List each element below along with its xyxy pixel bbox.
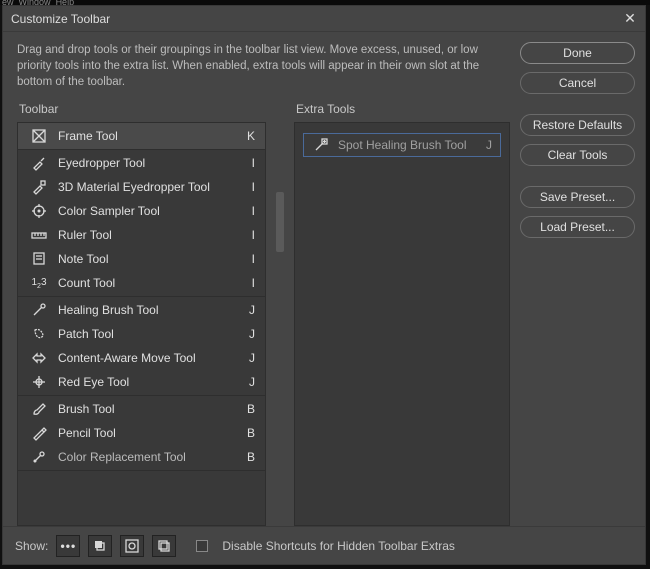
tool-row[interactable]: Color Replacement ToolB <box>18 445 265 469</box>
instructions-text: Drag and drop tools or their groupings i… <box>17 42 507 90</box>
tool-shortcut: I <box>241 180 255 194</box>
tool-label: 3D Material Eyedropper Tool <box>58 180 241 194</box>
tool-row[interactable]: Healing Brush ToolJ <box>18 298 265 322</box>
load-preset-button[interactable]: Load Preset... <box>520 216 635 238</box>
show-ellipsis-toggle[interactable]: ••• <box>56 535 80 557</box>
tool-shortcut: B <box>241 426 255 440</box>
toolbar-scrollbar-track[interactable] <box>272 102 288 526</box>
colorsampler-icon <box>30 203 48 219</box>
tool-shortcut: J <box>241 303 255 317</box>
dialog-title: Customize Toolbar <box>11 12 110 26</box>
tool-group[interactable]: Healing Brush ToolJPatch ToolJContent-Aw… <box>18 297 265 396</box>
tool-row[interactable]: 3D Material Eyedropper ToolI <box>18 175 265 199</box>
customize-toolbar-dialog: Customize Toolbar ✕ Drag and drop tools … <box>2 5 646 565</box>
dialog-titlebar: Customize Toolbar ✕ <box>3 6 645 32</box>
tool-row[interactable]: Red Eye ToolJ <box>18 370 265 394</box>
tool-label: Brush Tool <box>58 402 241 416</box>
show-screenmode-toggle[interactable] <box>152 535 176 557</box>
tool-label: Eyedropper Tool <box>58 156 241 170</box>
tool-label: Note Tool <box>58 252 241 266</box>
count-icon: 123 <box>30 275 48 291</box>
tool-row[interactable]: Note ToolI <box>18 247 265 271</box>
tool-row[interactable]: 123 Count ToolI <box>18 271 265 295</box>
tool-shortcut: I <box>241 252 255 266</box>
clear-tools-button[interactable]: Clear Tools <box>520 144 635 166</box>
cancel-button[interactable]: Cancel <box>520 72 635 94</box>
redeye-icon <box>30 374 48 390</box>
tool-row[interactable]: Brush ToolB <box>18 397 265 421</box>
tool-shortcut: B <box>241 450 255 464</box>
tool-row[interactable]: Pencil ToolB <box>18 421 265 445</box>
tool-label: Count Tool <box>58 276 241 290</box>
tool-label: Healing Brush Tool <box>58 303 241 317</box>
show-label: Show: <box>15 539 48 553</box>
tool-label: Pencil Tool <box>58 426 241 440</box>
tool-shortcut: B <box>241 402 255 416</box>
eyedropper-icon <box>30 155 48 171</box>
tool-row[interactable]: Frame ToolK <box>18 124 265 148</box>
extra-tool-row[interactable]: Spot Healing Brush ToolJ <box>303 133 501 157</box>
tool-shortcut: J <box>241 351 255 365</box>
tool-shortcut: J <box>241 327 255 341</box>
tool-row[interactable]: Patch ToolJ <box>18 322 265 346</box>
colorreplace-icon <box>30 449 48 465</box>
patch-icon <box>30 326 48 342</box>
tool-shortcut: I <box>241 276 255 290</box>
pencil-icon <box>30 425 48 441</box>
contentaware-icon <box>30 350 48 366</box>
done-button[interactable]: Done <box>520 42 635 64</box>
restore-defaults-button[interactable]: Restore Defaults <box>520 114 635 136</box>
tool-label: Patch Tool <box>58 327 241 341</box>
toolbar-list[interactable]: Frame ToolKEyedropper ToolI3D Material E… <box>17 122 266 526</box>
extra-list-header: Extra Tools <box>294 102 510 116</box>
show-foreground-bg-toggle[interactable] <box>88 535 112 557</box>
close-button[interactable]: ✕ <box>623 12 637 26</box>
show-quickmask-toggle[interactable] <box>120 535 144 557</box>
extra-tools-list[interactable]: Spot Healing Brush ToolJ <box>294 122 510 526</box>
tool-shortcut: I <box>241 228 255 242</box>
tool-group[interactable]: Frame ToolK <box>18 123 265 150</box>
tool-row[interactable]: Ruler ToolI <box>18 223 265 247</box>
note-icon <box>30 251 48 267</box>
tool-label: Color Replacement Tool <box>58 450 241 464</box>
tool-label: Color Sampler Tool <box>58 204 241 218</box>
tool-label: Content-Aware Move Tool <box>58 351 241 365</box>
save-preset-button[interactable]: Save Preset... <box>520 186 635 208</box>
tool-label: Spot Healing Brush Tool <box>338 138 486 152</box>
tool-row[interactable]: Color Sampler ToolI <box>18 199 265 223</box>
toolbar-scrollbar-thumb[interactable] <box>276 192 284 252</box>
healingbrush-icon <box>30 302 48 318</box>
tool-group[interactable]: Brush ToolBPencil ToolBColor Replacement… <box>18 396 265 471</box>
disable-shortcuts-label: Disable Shortcuts for Hidden Toolbar Ext… <box>222 539 455 553</box>
ruler-icon <box>30 227 48 243</box>
tool-row[interactable]: Eyedropper ToolI <box>18 151 265 175</box>
spotheal-icon <box>312 137 330 153</box>
tool-label: Red Eye Tool <box>58 375 241 389</box>
tool-label: Ruler Tool <box>58 228 241 242</box>
tool-row[interactable]: Content-Aware Move ToolJ <box>18 346 265 370</box>
tool-shortcut: I <box>241 156 255 170</box>
tool-shortcut: J <box>486 138 492 152</box>
brush-icon <box>30 401 48 417</box>
frame-icon <box>30 128 48 144</box>
disable-shortcuts-checkbox[interactable] <box>196 540 208 552</box>
tool-label: Frame Tool <box>58 129 241 143</box>
dialog-footer: Show: ••• Disable Shortcuts for Hidden T… <box>3 526 645 564</box>
tool-shortcut: I <box>241 204 255 218</box>
tool-group[interactable]: Eyedropper ToolI3D Material Eyedropper T… <box>18 150 265 297</box>
eyedropper3d-icon <box>30 179 48 195</box>
tool-shortcut: K <box>241 129 255 143</box>
toolbar-list-header: Toolbar <box>17 102 266 116</box>
tool-shortcut: J <box>241 375 255 389</box>
